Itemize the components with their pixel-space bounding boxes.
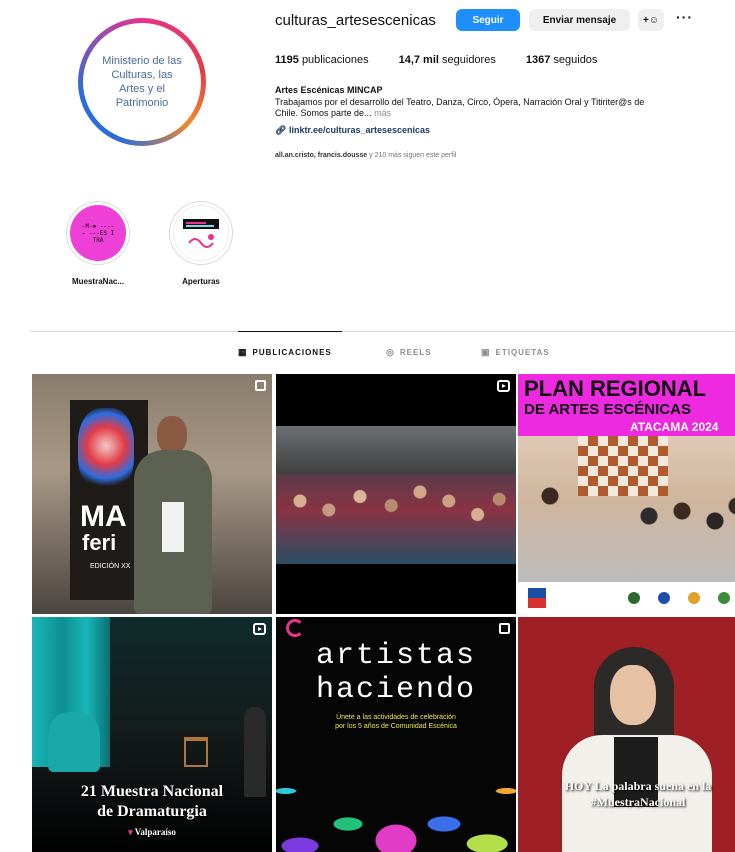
highlight-cover bbox=[169, 201, 233, 265]
followers-stat[interactable]: 14,7 mil seguidores bbox=[399, 54, 496, 66]
stage-chair bbox=[184, 737, 208, 767]
followers-count: 14,7 mil bbox=[398, 54, 439, 66]
caption-line-2: #MuestraNacional bbox=[590, 795, 686, 809]
poster-text-medium: feri bbox=[82, 530, 117, 555]
subtitle-line-2: por los 5 años de Comunidad Escénica bbox=[335, 723, 457, 730]
tab-etiquetas[interactable]: ▣ ETIQUETAS bbox=[481, 347, 550, 358]
profile-username: culturas_artesescenicas bbox=[275, 12, 436, 29]
highlight-label: MuestraNac... bbox=[71, 277, 125, 286]
man-in-poncho bbox=[132, 416, 214, 614]
bio-name: Artes Escénicas MINCAP bbox=[275, 85, 383, 95]
bio-line-1: Trabajamos por el desarrollo del Teatro,… bbox=[275, 97, 645, 107]
avatar-text: Ministerio de las Culturas, las Artes y … bbox=[102, 55, 182, 109]
seated-people bbox=[528, 466, 735, 566]
bio-more-link[interactable]: más bbox=[374, 108, 391, 118]
bio-text: Trabajamos por el desarrollo del Teatro,… bbox=[275, 97, 735, 119]
caption-line-1: 21 Muestra Nacional bbox=[80, 783, 224, 800]
active-tab-indicator bbox=[238, 331, 342, 332]
highlight-aperturas[interactable]: Aperturas bbox=[166, 201, 236, 286]
highlight-label: Aperturas bbox=[182, 277, 220, 286]
person-head bbox=[157, 416, 187, 454]
following-count: 1367 bbox=[525, 54, 551, 66]
actor-in-teal bbox=[48, 712, 100, 772]
haciendo-title: haciendo bbox=[315, 673, 477, 707]
follow-button[interactable]: Seguir bbox=[456, 9, 520, 31]
logo-icon bbox=[718, 592, 730, 604]
highlight-art-text: -M-● ----- ---ES ITRA bbox=[81, 222, 115, 244]
more-options-icon[interactable]: ··· bbox=[676, 9, 693, 25]
reels-icon: ◎ bbox=[386, 347, 395, 357]
avatar-logo: Ministerio de las Culturas, las Artes y … bbox=[83, 23, 201, 141]
poster-edition-text: EDICIÓN XX bbox=[90, 563, 131, 570]
reel-icon bbox=[253, 623, 266, 635]
profile-stats: 1195 publicaciones 14,7 mil seguidores 1… bbox=[275, 54, 627, 66]
post-thumbnail[interactable]: MA feri EDICIÓN XX bbox=[32, 374, 272, 614]
plan-regional-banner: PLAN REGIONAL DE ARTES ESCÉNICAS ATACAMA… bbox=[518, 374, 735, 436]
send-message-button[interactable]: Enviar mensaje bbox=[529, 9, 630, 31]
following-label: seguidos bbox=[553, 54, 598, 66]
chile-gov-logo bbox=[528, 588, 546, 608]
anniversary-ring-logo bbox=[286, 619, 304, 637]
posts-count: 1195 bbox=[275, 54, 299, 66]
bio-link-text: linktr.ee/culturas_artesescenicas bbox=[288, 125, 431, 135]
caption-location-text: Valparaíso bbox=[134, 827, 176, 837]
followed-by-rest: y 210 más siguen este perfil bbox=[369, 152, 457, 159]
audience-group bbox=[276, 474, 516, 564]
logo-icon bbox=[628, 592, 640, 604]
location-pin-icon: ▾ bbox=[128, 827, 133, 837]
tab-reels[interactable]: ◎ REELS bbox=[386, 347, 432, 358]
highlight-cover: -M-● ----- ---ES ITRA bbox=[66, 201, 130, 265]
aperturas-art-icon bbox=[183, 219, 219, 248]
post-thumbnail[interactable]: HOY La palabra suena en la #MuestraNacio… bbox=[518, 617, 735, 852]
tab-label: REELS bbox=[399, 348, 432, 357]
posts-stat: 1195 publicaciones bbox=[275, 54, 369, 66]
banner-title-2: DE ARTES ESCÉNICAS bbox=[524, 401, 691, 418]
suggested-users-button[interactable]: +☺ bbox=[638, 9, 664, 31]
workshop-photo bbox=[518, 436, 735, 582]
poster-text-large: MA bbox=[80, 500, 127, 533]
person-shirt bbox=[162, 502, 184, 552]
post-thumbnail[interactable] bbox=[276, 374, 516, 614]
banner-title-1: PLAN REGIONAL bbox=[524, 376, 707, 401]
woman-face bbox=[610, 665, 656, 725]
tab-publicaciones[interactable]: ▦ PUBLICACIONES bbox=[238, 347, 332, 358]
highlight-cover-art bbox=[173, 205, 229, 261]
following-stat[interactable]: 1367 seguidos bbox=[526, 54, 598, 66]
tagged-icon: ▣ bbox=[481, 347, 491, 357]
artistas-title: artistas bbox=[315, 639, 477, 673]
logo-icon bbox=[688, 592, 700, 604]
highlight-cover-art: -M-● ----- ---ES ITRA bbox=[70, 205, 126, 261]
profile-avatar[interactable]: Ministerio de las Culturas, las Artes y … bbox=[78, 18, 206, 146]
sponsor-logos bbox=[518, 582, 735, 614]
bio-line-2: Chile. Somos parte de... más bbox=[275, 108, 735, 119]
followed-by[interactable]: all.an.cristo, francis.dousse y 210 más … bbox=[275, 152, 456, 159]
caption-location: ▾ Valparaíso bbox=[32, 827, 272, 838]
subtitle-line-1: Únete a las actividades de celebración bbox=[336, 714, 456, 721]
add-person-icon: +☺ bbox=[642, 14, 660, 26]
post-thumbnail[interactable]: PLAN REGIONAL DE ARTES ESCÉNICAS ATACAMA… bbox=[518, 374, 735, 614]
subtitle: Únete a las actividades de celebración p… bbox=[276, 713, 516, 731]
post-thumbnail[interactable]: 21 Muestra Nacional de Dramaturgia ▾ Val… bbox=[32, 617, 272, 852]
colorful-plants-illustration bbox=[276, 747, 516, 852]
link-icon: 🔗︎ bbox=[275, 125, 287, 135]
tab-label: PUBLICACIONES bbox=[252, 348, 332, 357]
poster-flower-art bbox=[78, 408, 134, 492]
banner-title-3: ATACAMA 2024 bbox=[630, 420, 719, 434]
carousel-icon bbox=[499, 623, 510, 634]
bio-line-2-text: Chile. Somos parte de... bbox=[275, 108, 372, 118]
grid-icon: ▦ bbox=[238, 347, 248, 357]
logo-icon bbox=[658, 592, 670, 604]
followers-label: seguidores bbox=[442, 54, 496, 66]
caption-line-1: HOY La palabra suena en la bbox=[564, 779, 712, 793]
reel-icon bbox=[497, 380, 510, 392]
followed-by-names: all.an.cristo, francis.dousse bbox=[275, 152, 368, 159]
bio-external-link[interactable]: 🔗︎ linktr.ee/culturas_artesescenicas bbox=[275, 125, 430, 136]
post-thumbnail[interactable]: artistas haciendo Únete a las actividade… bbox=[276, 617, 516, 852]
posts-label: publicaciones bbox=[301, 54, 369, 66]
highlight-muestranacional[interactable]: -M-● ----- ---ES ITRA MuestraNac... bbox=[63, 201, 133, 286]
carousel-icon bbox=[255, 380, 266, 391]
tab-label: ETIQUETAS bbox=[495, 348, 550, 357]
caption-line-2: de Dramaturgia bbox=[97, 803, 207, 820]
tabs-divider bbox=[30, 331, 735, 332]
